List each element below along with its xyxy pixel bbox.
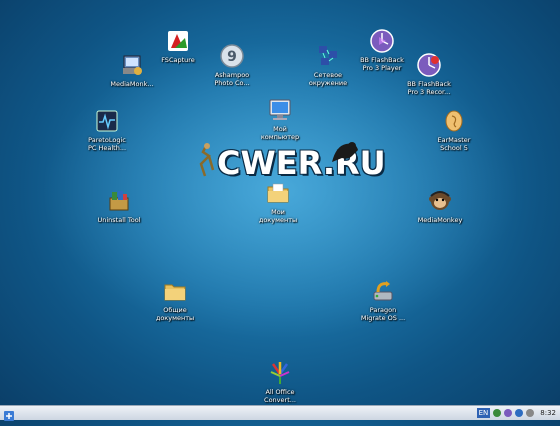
all-office-converter-icon bbox=[267, 360, 293, 386]
desktop-icon-bb-recorder[interactable]: BB FlashBack Pro 3 Recor... bbox=[394, 52, 464, 96]
mascot-left-icon bbox=[199, 143, 215, 177]
folder-icon bbox=[162, 278, 188, 304]
tray-recorder-icon[interactable] bbox=[504, 409, 513, 417]
desktop-icon-label: EarMaster School 5 bbox=[437, 136, 471, 152]
language-indicator[interactable]: EN bbox=[476, 408, 491, 418]
installer-icon bbox=[119, 52, 145, 78]
desktop-icon-label: Ashampoo Photo Co... bbox=[214, 71, 250, 87]
desktop-icon-mediamonkey[interactable]: MediaMonkey bbox=[405, 188, 475, 224]
desktop-icon-label: MediaMonkey bbox=[417, 216, 463, 224]
mascot-cat-icon bbox=[332, 142, 358, 162]
desktop-icon-label: Uninstall Tool bbox=[97, 216, 141, 224]
desktop-icon-paretologic[interactable]: ParetoLogic PC Health... bbox=[72, 108, 142, 152]
desktop-icon-all-office-converter[interactable]: All Office Convert... bbox=[245, 360, 315, 404]
desktop-icon-my-computer[interactable]: Мой компьютер bbox=[245, 97, 315, 141]
uninstall-tool-icon bbox=[106, 188, 132, 214]
desktop-icon-shared-documents[interactable]: Общие документы bbox=[140, 278, 210, 322]
desktop-icon-uninstall-tool[interactable]: Uninstall Tool bbox=[84, 188, 154, 224]
mediamonkey-icon bbox=[427, 188, 453, 214]
desktop-icon-paragon[interactable]: Paragon Migrate OS ... bbox=[348, 278, 418, 322]
desktop-icon-earmaster[interactable]: EarMaster School 5 bbox=[419, 108, 489, 152]
start-icon bbox=[4, 411, 14, 421]
desktop-icon-label: Сетевое окружение bbox=[308, 71, 348, 87]
svg-text:9: 9 bbox=[227, 49, 237, 65]
system-tray: EN 8:32 bbox=[476, 407, 556, 419]
bb-flashback-player-icon bbox=[369, 28, 395, 54]
desktop-icon-label: ParetoLogic PC Health... bbox=[87, 136, 127, 152]
desktop-icon-label: Общие документы bbox=[155, 306, 195, 322]
tray-volume-icon[interactable] bbox=[526, 409, 535, 417]
computer-icon bbox=[267, 97, 293, 123]
paragon-migrate-icon bbox=[370, 278, 396, 304]
clock[interactable]: 8:32 bbox=[540, 409, 556, 417]
tray-app-icon[interactable] bbox=[493, 409, 502, 417]
paretologic-icon bbox=[94, 108, 120, 134]
desktop-icon-label: MediaMonk... bbox=[110, 80, 154, 88]
watermark-text: CWER.RU bbox=[217, 144, 386, 182]
desktop-icon-label: All Office Convert... bbox=[264, 388, 296, 404]
desktop-icon-ashampoo[interactable]: 9 Ashampoo Photo Co... bbox=[197, 43, 267, 87]
watermark-logo: CWER.RU bbox=[199, 140, 386, 188]
bb-flashback-recorder-icon bbox=[416, 52, 442, 78]
earmaster-icon bbox=[441, 108, 467, 134]
tray-network-icon[interactable] bbox=[515, 409, 524, 417]
taskbar: EN 8:32 bbox=[0, 405, 560, 421]
desktop-icon-label: Мой компьютер bbox=[260, 125, 300, 141]
ashampoo-icon: 9 bbox=[219, 43, 245, 69]
network-icon bbox=[315, 43, 341, 69]
desktop-icon-label: Мои документы bbox=[258, 208, 298, 224]
desktop-icon-label: Paragon Migrate OS ... bbox=[360, 306, 406, 322]
desktop-icon-mediamonkey-setup[interactable]: MediaMonk... bbox=[97, 52, 167, 88]
fscapture-icon bbox=[165, 28, 191, 54]
start-button[interactable] bbox=[3, 407, 15, 421]
desktop-icon-label: BB FlashBack Pro 3 Recor... bbox=[407, 80, 451, 96]
